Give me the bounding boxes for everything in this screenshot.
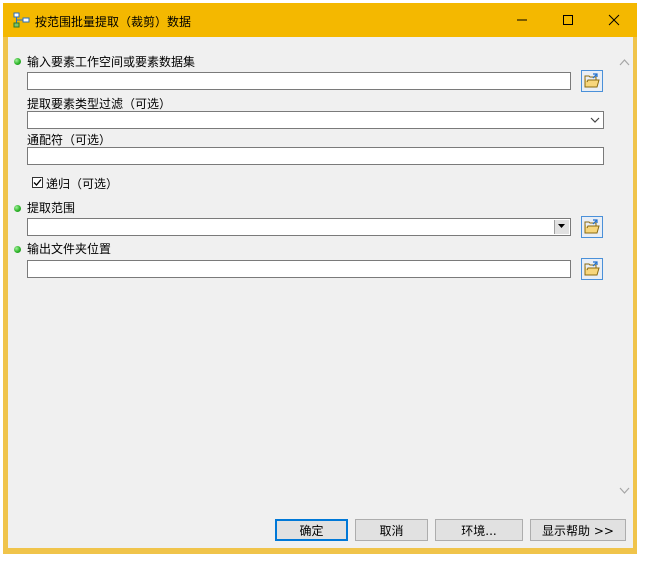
window-title: 按范围批量提取（裁剪）数据: [35, 15, 192, 29]
wildcard-label: 通配符（可选）: [27, 133, 112, 147]
environments-button[interactable]: 环境...: [435, 519, 523, 541]
type-filter-dropdown[interactable]: [27, 111, 604, 129]
extent-label: 提取范围: [27, 201, 76, 215]
browse-extent-button[interactable]: [581, 216, 603, 238]
triangle-down-icon: [558, 224, 565, 228]
minimize-button[interactable]: [499, 3, 545, 37]
browse-output-folder-button[interactable]: [581, 258, 603, 280]
wildcard-field[interactable]: [27, 147, 604, 165]
model-tool-icon: [13, 12, 31, 28]
open-folder-icon: [584, 219, 600, 234]
vertical-scrollbar[interactable]: [616, 37, 633, 511]
cancel-button[interactable]: 取消: [355, 519, 428, 541]
title-bar[interactable]: 按范围批量提取（裁剪）数据: [3, 3, 637, 37]
type-filter-label: 提取要素类型过滤（可选）: [27, 97, 172, 111]
maximize-icon: [563, 15, 573, 25]
ok-button[interactable]: 确定: [275, 519, 348, 541]
required-dot-icon: [14, 58, 21, 65]
scroll-down-icon: [619, 487, 630, 494]
browse-input-workspace-button[interactable]: [581, 70, 603, 92]
maximize-button[interactable]: [545, 3, 591, 37]
checkmark-icon: [33, 179, 42, 186]
extent-dropdown[interactable]: [27, 218, 571, 236]
recursive-checkbox[interactable]: [32, 177, 43, 188]
scroll-up-icon: [619, 59, 630, 66]
tool-dialog-window: 按范围批量提取（裁剪）数据 输入要素工作空间或要素数据集 提取要素类型过滤（可选…: [3, 3, 637, 554]
output-folder-label: 输出文件夹位置: [27, 242, 112, 256]
required-dot-icon: [14, 205, 21, 212]
input-workspace-label: 输入要素工作空间或要素数据集: [27, 55, 196, 69]
required-dot-icon: [14, 246, 21, 253]
open-folder-icon: [584, 73, 600, 88]
recursive-label: 递归（可选）: [46, 177, 119, 191]
chevron-down-icon: [590, 117, 600, 123]
button-bar: 确定 取消 环境... 显示帮助 >>: [8, 511, 633, 548]
show-help-button[interactable]: 显示帮助 >>: [530, 519, 626, 541]
extent-dropdown-button[interactable]: [554, 220, 569, 234]
parameters-panel: 输入要素工作空间或要素数据集 提取要素类型过滤（可选） 通配符（可选） 递归（可…: [8, 37, 633, 511]
close-button[interactable]: [591, 3, 637, 37]
output-folder-field[interactable]: [27, 260, 571, 278]
open-folder-icon: [584, 261, 600, 276]
close-icon: [608, 14, 620, 26]
input-workspace-field[interactable]: [27, 72, 571, 90]
minimize-icon: [517, 19, 527, 21]
